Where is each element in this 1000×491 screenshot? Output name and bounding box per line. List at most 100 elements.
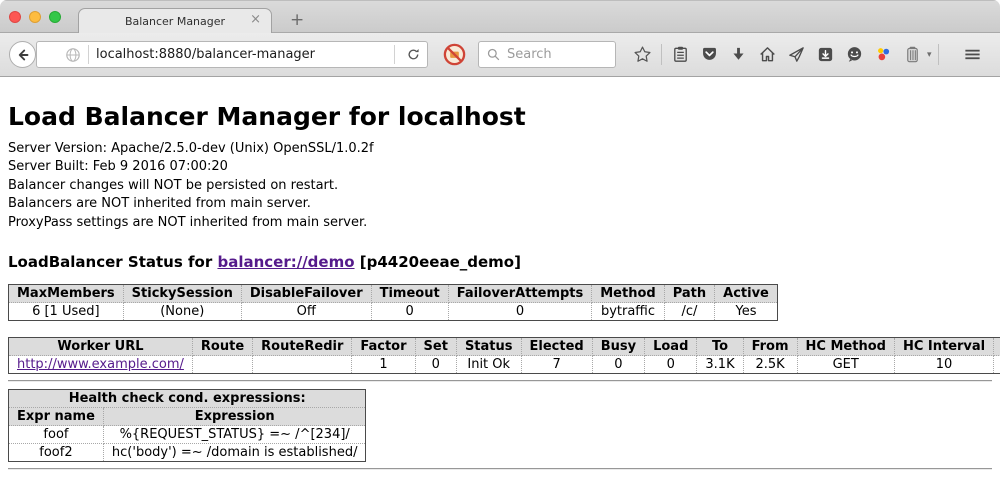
cell-route — [192, 356, 252, 374]
pocket-icon[interactable] — [700, 45, 719, 64]
tab-close-icon[interactable]: × — [250, 12, 261, 28]
reload-icon — [406, 47, 421, 62]
container-jar-icon[interactable] — [903, 45, 922, 64]
reload-button[interactable] — [406, 47, 421, 62]
identity-separator — [88, 45, 89, 64]
search-icon — [486, 47, 501, 62]
status-prefix: LoadBalancer Status for — [8, 253, 217, 271]
reading-list-icon[interactable] — [671, 45, 690, 64]
url-bar[interactable]: localhost:8880/balancer-manager — [36, 41, 428, 68]
search-placeholder: Search — [507, 47, 552, 62]
cell-load: 0 — [645, 356, 697, 374]
menu-hamburger-icon[interactable] — [962, 45, 983, 64]
col-hc-method: HC Method — [797, 338, 894, 356]
back-button[interactable] — [9, 41, 36, 68]
col-failoverattempts: FailoverAttempts — [448, 285, 592, 303]
cell-hc-method: GET — [797, 356, 894, 374]
col-maxmembers: MaxMembers — [9, 285, 124, 303]
server-built-line: Server Built: Feb 9 2016 07:00:20 — [8, 158, 992, 176]
col-disablefailover: DisableFailover — [241, 285, 371, 303]
loadbalancer-status-heading: LoadBalancer Status for balancer://demo … — [8, 253, 992, 271]
send-tab-icon[interactable] — [787, 45, 806, 64]
table-header-row: MaxMembers StickySession DisableFailover… — [9, 285, 778, 303]
toolbar-separator — [661, 44, 662, 65]
site-identity-globe-icon — [65, 47, 81, 63]
col-status: Status — [456, 338, 521, 356]
cell-stickysession: (None) — [123, 303, 241, 321]
url-text[interactable]: localhost:8880/balancer-manager — [96, 47, 387, 62]
cell-expression: %{REQUEST_STATUS} =~ /^[234]/ — [103, 426, 366, 444]
new-tab-button[interactable]: + — [290, 12, 304, 29]
navigation-toolbar: localhost:8880/balancer-manager Search — [0, 33, 1000, 77]
col-worker-url: Worker URL — [9, 338, 193, 356]
col-to: To — [697, 338, 743, 356]
persist-notice-line: Balancer changes will NOT be persisted o… — [8, 177, 992, 195]
cell-elected: 7 — [521, 356, 592, 374]
health-check-table: Health check cond. expressions: Expr nam… — [8, 389, 366, 462]
cell-expression: hc('body') =~ /domain is established/ — [103, 444, 366, 462]
downloads-panel-icon[interactable] — [816, 45, 835, 64]
col-path: Path — [664, 285, 714, 303]
cell-expr-name: foof2 — [9, 444, 104, 462]
cell-status: Init Ok — [456, 356, 521, 374]
cell-disablefailover: Off — [241, 303, 371, 321]
table-title-row: Health check cond. expressions: — [9, 390, 366, 408]
col-from: From — [743, 338, 797, 356]
bookmark-star-icon[interactable] — [633, 45, 652, 64]
tab-bar: Balancer Manager × + — [0, 0, 1000, 33]
page-title: Load Balancer Manager for localhost — [8, 102, 992, 131]
col-method: Method — [592, 285, 664, 303]
col-elected: Elected — [521, 338, 592, 356]
home-icon[interactable] — [758, 45, 777, 64]
col-routeredir: RouteRedir — [253, 338, 352, 356]
cell-busy: 0 — [592, 356, 644, 374]
page-content: Load Balancer Manager for localhost Serv… — [0, 77, 1000, 491]
zoom-window-button[interactable] — [49, 11, 61, 23]
server-version-line: Server Version: Apache/2.5.0-dev (Unix) … — [8, 140, 992, 158]
expr-row: foof2 hc('body') =~ /domain is establish… — [9, 444, 366, 462]
balancer-demo-link[interactable]: balancer://demo — [217, 253, 354, 271]
col-timeout: Timeout — [371, 285, 448, 303]
col-load: Load — [645, 338, 697, 356]
col-passes: Passes — [994, 338, 1000, 356]
proxypass-notice-line: ProxyPass settings are NOT inherited fro… — [8, 214, 992, 232]
plugin-blocked-icon[interactable] — [442, 42, 467, 71]
cell-method: bytraffic — [592, 303, 664, 321]
cell-routeredir — [253, 356, 352, 374]
cell-timeout: 0 — [371, 303, 448, 321]
col-active: Active — [715, 285, 778, 303]
cell-from: 2.5K — [743, 356, 797, 374]
balancer-settings-table: MaxMembers StickySession DisableFailover… — [8, 284, 778, 321]
cell-active: Yes — [715, 303, 778, 321]
cell-path: /c/ — [664, 303, 714, 321]
inherit-notice-line: Balancers are NOT inherited from main se… — [8, 195, 992, 213]
tab-balancer-manager[interactable]: Balancer Manager × — [78, 8, 272, 33]
server-info: Server Version: Apache/2.5.0-dev (Unix) … — [8, 140, 992, 232]
browser-window: Balancer Manager × + localhost:8880/bala… — [0, 0, 1000, 491]
worker-row: http://www.example.com/ 1 0 Init Ok 7 0 … — [9, 356, 1000, 374]
status-suffix: [p4420eeae_demo] — [355, 253, 521, 271]
extension-dots-icon[interactable] — [874, 45, 893, 64]
col-set: Set — [415, 338, 456, 356]
cell-passes: 1 (0) — [994, 356, 1000, 374]
health-table-title: Health check cond. expressions: — [9, 390, 366, 408]
cell-to: 3.1K — [697, 356, 743, 374]
table-header-row: Expr name Expression — [9, 408, 366, 426]
minimize-window-button[interactable] — [29, 11, 41, 23]
cell-expr-name: foof — [9, 426, 104, 444]
cell-factor: 1 — [352, 356, 415, 374]
feedback-smiley-icon[interactable] — [845, 45, 864, 64]
cell-maxmembers: 6 [1 Used] — [9, 303, 124, 321]
chevron-down-icon[interactable]: ▾ — [927, 50, 932, 60]
download-arrow-icon[interactable] — [729, 45, 748, 64]
window-controls — [9, 11, 61, 23]
tab-title: Balancer Manager — [125, 15, 225, 28]
toolbar-separator — [938, 44, 939, 65]
col-busy: Busy — [592, 338, 644, 356]
worker-url-link[interactable]: http://www.example.com/ — [17, 357, 184, 372]
col-expr-name: Expr name — [9, 408, 104, 426]
close-window-button[interactable] — [9, 11, 21, 23]
search-bar[interactable]: Search — [478, 41, 616, 68]
col-hc-interval: HC Interval — [894, 338, 993, 356]
table-header-row: Worker URL Route RouteRedir Factor Set S… — [9, 338, 1000, 356]
